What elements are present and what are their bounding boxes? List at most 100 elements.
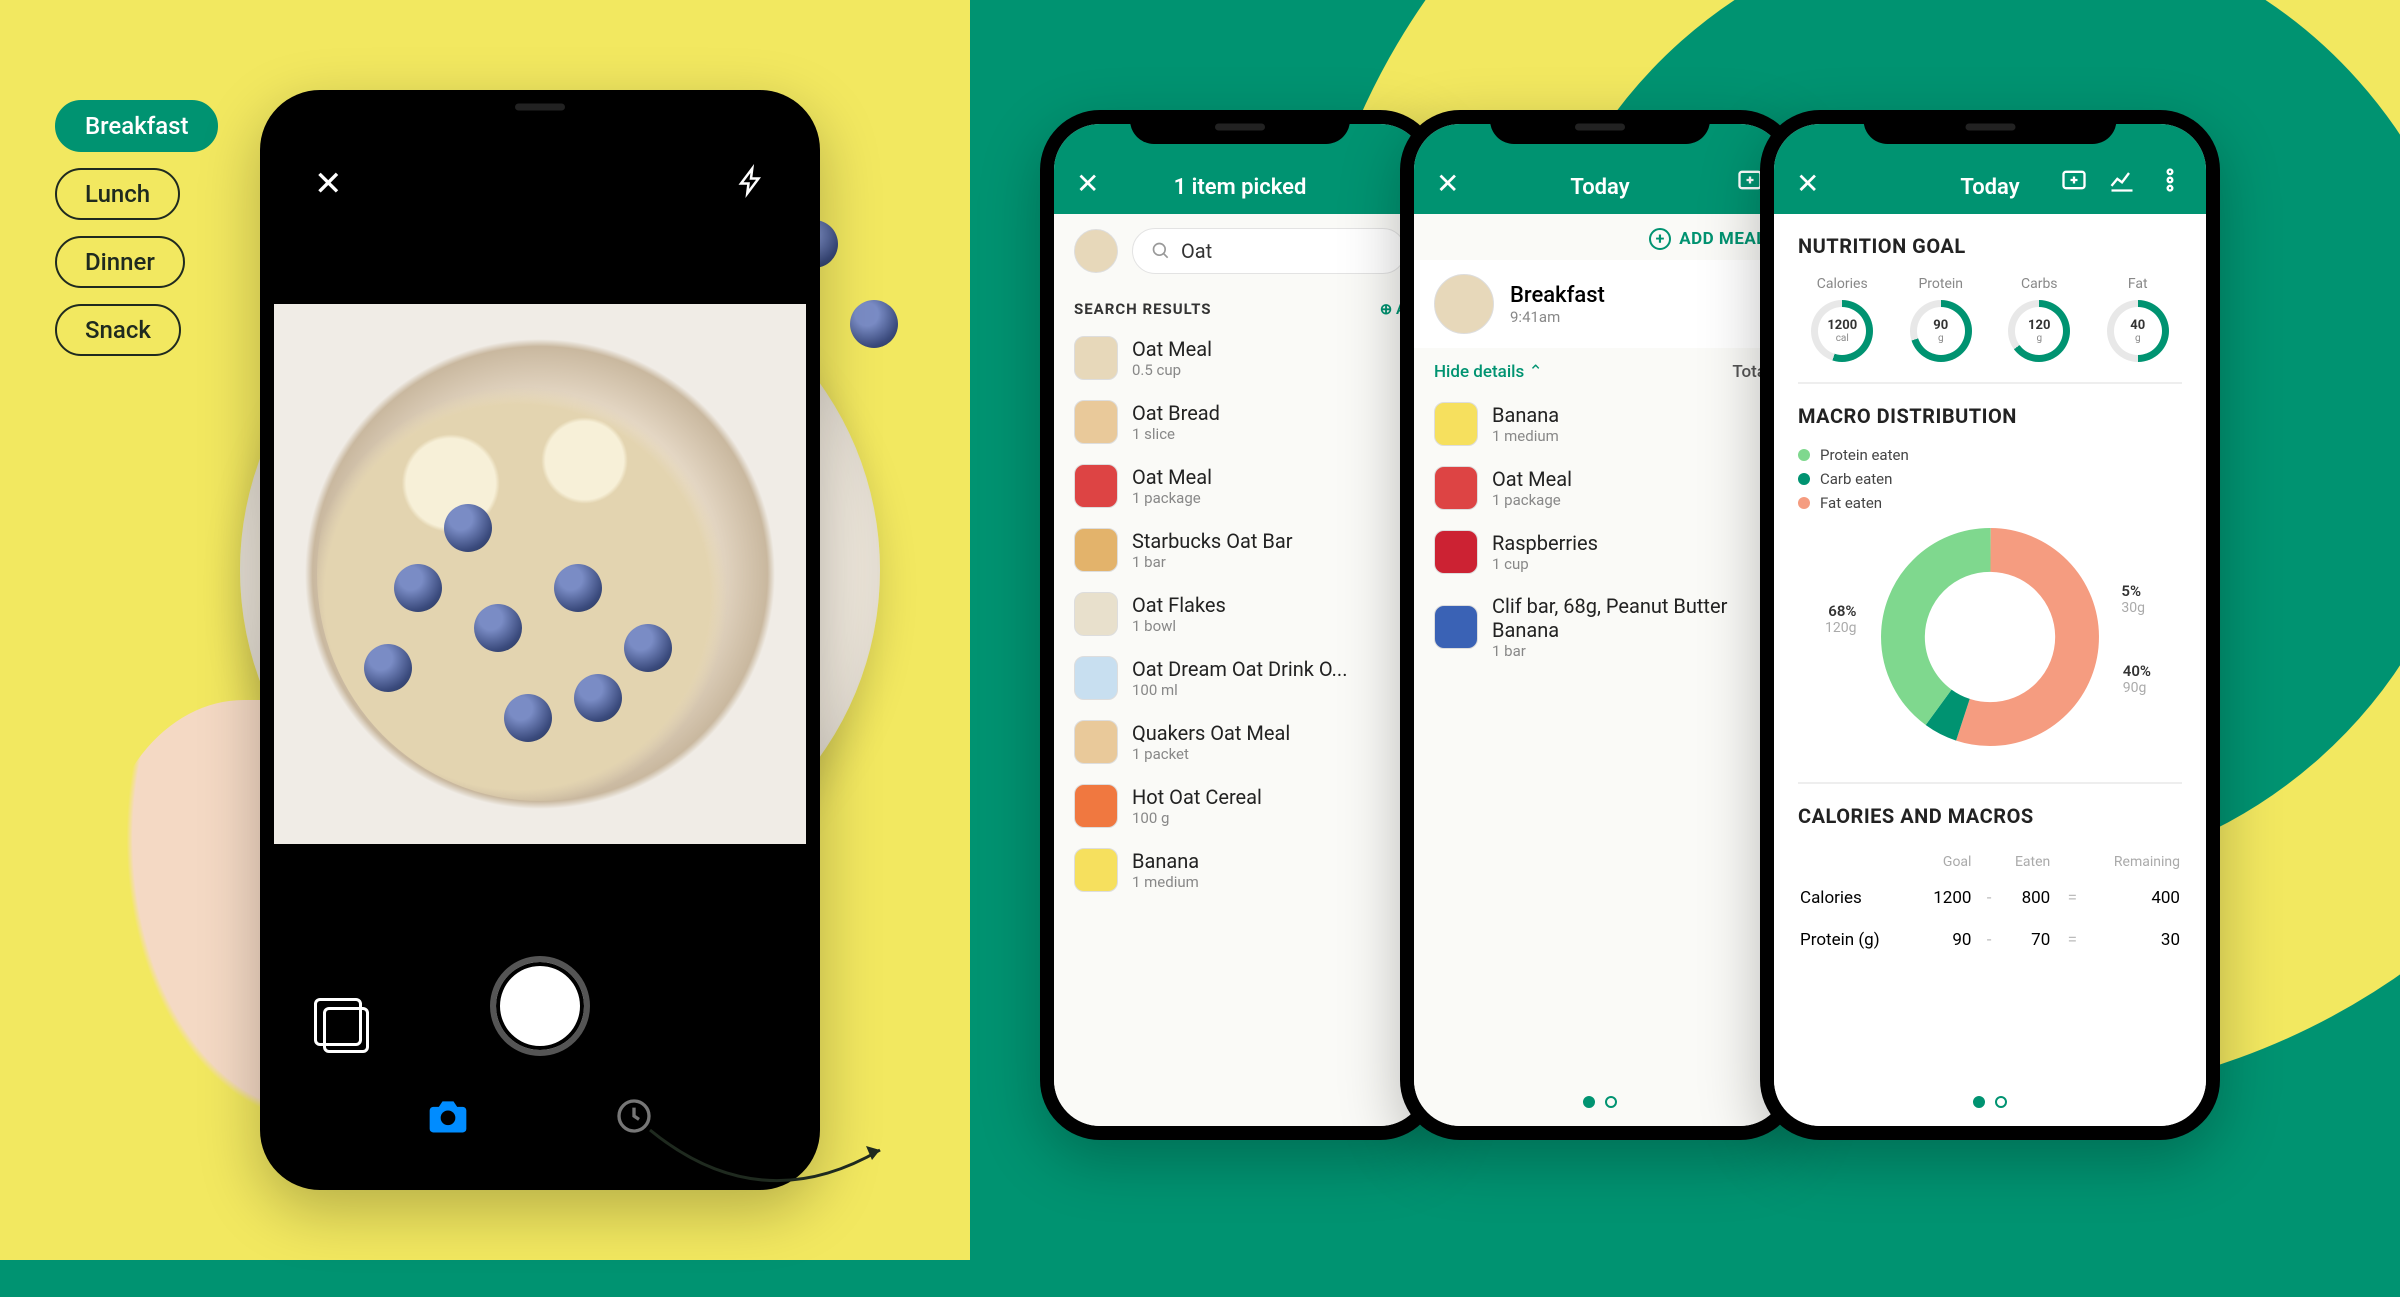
carb-g: 30g: [2121, 600, 2145, 616]
meal-items-list: Banana 1 medium Oat Meal 1 package Raspb…: [1414, 392, 1786, 670]
row-remaining: 400: [2085, 878, 2180, 918]
result-thumb: [1074, 656, 1118, 700]
item-sub: 1 bar: [1492, 642, 1766, 660]
pager-dot[interactable]: [1583, 1096, 1595, 1108]
goal-label: Calories: [1798, 276, 1887, 292]
item-sub: 1 cup: [1492, 555, 1598, 573]
search-result[interactable]: Oat Bread 1 slice: [1074, 390, 1406, 454]
meal-thumb: [1434, 274, 1494, 334]
table-row: Protein (g) 90- 70= 30: [1800, 920, 2180, 960]
search-result[interactable]: Oat Meal 0.5 cup: [1074, 326, 1406, 390]
goal-ring: Fat 40g: [2094, 276, 2183, 362]
pager-dot[interactable]: [1973, 1096, 1985, 1108]
result-sub: 1 bowl: [1132, 617, 1226, 635]
result-thumb: [1074, 336, 1118, 380]
result-sub: 1 medium: [1132, 873, 1199, 891]
search-result[interactable]: Oat Flakes 1 bowl: [1074, 582, 1406, 646]
table-row: Calories 1200- 800= 400: [1800, 878, 2180, 918]
close-icon[interactable]: ✕: [314, 164, 343, 207]
goal-value: 1200: [1827, 318, 1857, 333]
flash-icon[interactable]: [736, 164, 766, 207]
macro-donut-chart: 68% 120g 5% 30g 40% 90g: [1875, 522, 2105, 752]
meal-time: 9:41am: [1510, 308, 1605, 326]
result-sub: 1 slice: [1132, 425, 1220, 443]
close-icon[interactable]: ✕: [1436, 167, 1459, 200]
result-thumb: [1074, 592, 1118, 636]
search-result[interactable]: Quakers Oat Meal 1 packet: [1074, 710, 1406, 774]
search-result[interactable]: Oat Dream Oat Drink O... 100 ml: [1074, 646, 1406, 710]
item-name: Clif bar, 68g, Peanut Butter Banana: [1492, 594, 1766, 642]
header-title: Today: [1570, 175, 1629, 200]
protein-pct: 40%: [2123, 662, 2151, 680]
phone-notch: [1490, 110, 1710, 144]
row-goal: 1200: [1917, 878, 1972, 918]
nutrition-screen: ✕ Today NUTRITION GOAL Calories 1200cal …: [1774, 124, 2206, 1126]
result-name: Quakers Oat Meal: [1132, 721, 1290, 745]
item-sub: 1 package: [1492, 491, 1572, 509]
item-thumb: [1434, 605, 1478, 649]
meal-card[interactable]: Breakfast 9:41am: [1414, 260, 1786, 348]
hide-details-toggle[interactable]: Hide details ⌃: [1434, 362, 1543, 382]
chevron-up-icon: ⌃: [1528, 362, 1542, 382]
meal-item[interactable]: Oat Meal 1 package: [1434, 456, 1766, 520]
phone-notch: [1864, 110, 2117, 144]
nutrition-phone: ✕ Today NUTRITION GOAL Calories 1200cal …: [1760, 110, 2220, 1140]
macro-table-body: Calories 1200- 800= 400Protein (g) 90- 7…: [1800, 878, 2180, 960]
search-results-list: Oat Meal 0.5 cup Oat Bread 1 slice Oat M…: [1054, 326, 1426, 902]
meal-item[interactable]: Raspberries 1 cup: [1434, 520, 1766, 584]
search-result[interactable]: Hot Oat Cereal 100 g: [1074, 774, 1406, 838]
goal-unit: cal: [1836, 333, 1849, 344]
result-name: Banana: [1132, 849, 1199, 873]
close-icon[interactable]: ✕: [1796, 167, 1819, 200]
search-phone: ✕ 1 item picked Oat SEARCH RESULTS ⊕ A O…: [1040, 110, 1440, 1140]
col-remaining: Remaining: [2085, 848, 2180, 876]
camera-tab-icon[interactable]: [426, 1094, 470, 1148]
pill-snack[interactable]: Snack: [55, 304, 181, 356]
goal-value: 40: [2130, 318, 2145, 333]
close-icon[interactable]: ✕: [1076, 167, 1099, 200]
search-input[interactable]: Oat: [1132, 228, 1406, 274]
shutter-button[interactable]: [490, 956, 590, 1056]
row-label: Protein (g): [1800, 920, 1915, 960]
result-sub: 1 bar: [1132, 553, 1292, 571]
more-icon[interactable]: [2156, 166, 2184, 200]
pager-dot[interactable]: [1995, 1096, 2007, 1108]
blueberry: [504, 694, 552, 742]
phone-notch: [386, 90, 694, 124]
legend-fat: Fat eaten: [1798, 494, 2182, 512]
add-entry-icon[interactable]: [2060, 166, 2088, 200]
item-thumb: [1434, 466, 1478, 510]
meal-item[interactable]: Clif bar, 68g, Peanut Butter Banana 1 ba…: [1434, 584, 1766, 670]
meal-item[interactable]: Banana 1 medium: [1434, 392, 1766, 456]
result-name: Oat Meal: [1132, 465, 1212, 489]
header-title: 1 item picked: [1174, 175, 1307, 200]
row-goal: 90: [1917, 920, 1972, 960]
row-remaining: 30: [2085, 920, 2180, 960]
col-goal: Goal: [1917, 848, 1972, 876]
plus-icon: +: [1649, 228, 1671, 250]
carb-pct: 5%: [2121, 582, 2141, 600]
pill-breakfast[interactable]: Breakfast: [55, 100, 218, 152]
blueberry: [554, 564, 602, 612]
result-thumb: [1074, 784, 1118, 828]
item-name: Banana: [1492, 403, 1559, 427]
pill-dinner[interactable]: Dinner: [55, 236, 185, 288]
result-name: Oat Flakes: [1132, 593, 1226, 617]
blueberry: [394, 564, 442, 612]
chart-icon[interactable]: [2108, 166, 2136, 200]
item-thumb: [1434, 402, 1478, 446]
search-result[interactable]: Starbucks Oat Bar 1 bar: [1074, 518, 1406, 582]
goal-unit: g: [2036, 333, 2042, 344]
result-name: Oat Meal: [1132, 337, 1212, 361]
arrow-decoration: [640, 1120, 900, 1200]
search-result[interactable]: Oat Meal 1 package: [1074, 454, 1406, 518]
add-meal-button[interactable]: + ADD MEAL: [1414, 214, 1786, 260]
blueberry: [574, 674, 622, 722]
camera-screen: ✕: [274, 104, 806, 1176]
goal-label: Fat: [2094, 276, 2183, 292]
pager-dot[interactable]: [1605, 1096, 1617, 1108]
row-label: Calories: [1800, 878, 1915, 918]
legend-protein: Protein eaten: [1798, 446, 2182, 464]
search-result[interactable]: Banana 1 medium: [1074, 838, 1406, 902]
pill-lunch[interactable]: Lunch: [55, 168, 180, 220]
